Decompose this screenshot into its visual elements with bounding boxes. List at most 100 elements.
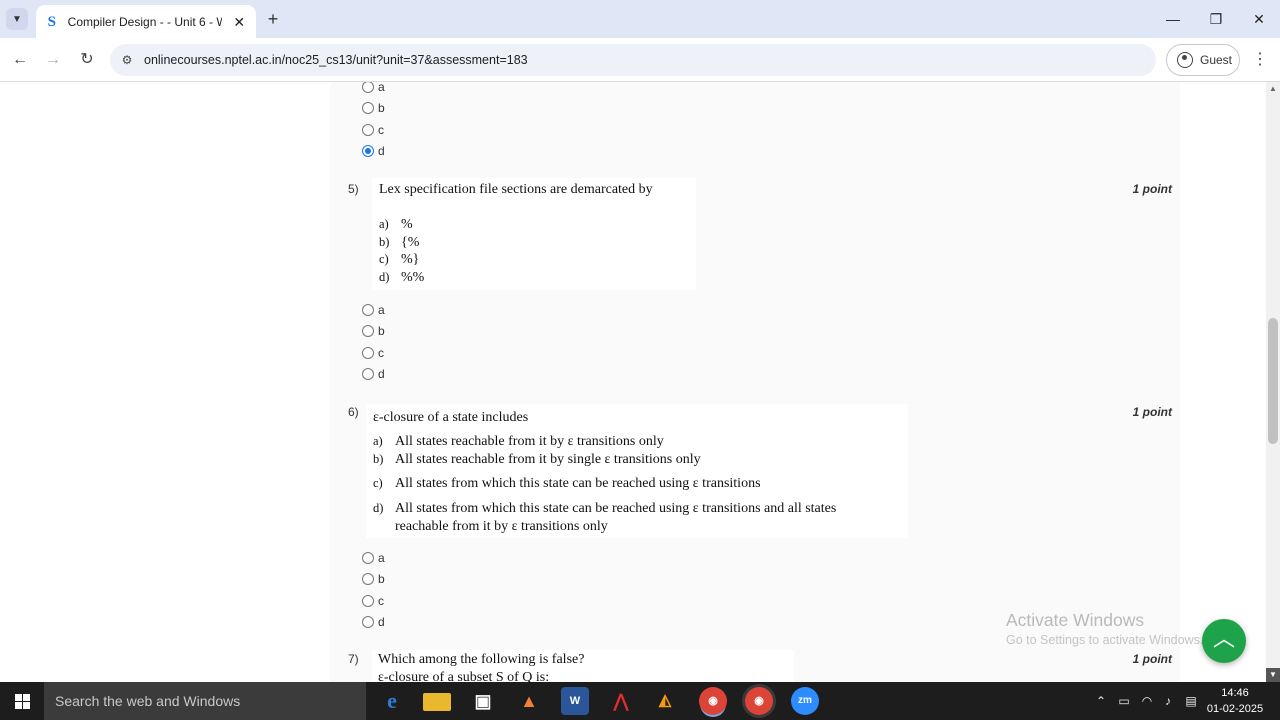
zoom-icon[interactable]: zm <box>791 687 819 715</box>
chevron-up-icon: ︿ <box>1212 626 1235 651</box>
q6-option-d[interactable]: d <box>362 613 385 631</box>
question-choice: c) All states from which this state can b… <box>373 476 761 491</box>
taskbar-clock[interactable]: 14:46 01-02-2025 <box>1204 685 1266 717</box>
question-number: 7) <box>348 652 359 666</box>
browser-toolbar: ← → ↻ ⚙ Guest ⋮ <box>0 38 1280 82</box>
radio-button[interactable] <box>362 616 374 628</box>
windows-logo-icon <box>14 693 30 709</box>
profile-button[interactable]: Guest <box>1166 44 1240 76</box>
radio-button[interactable] <box>362 368 374 380</box>
tab-search-button[interactable]: ▼ <box>6 8 28 30</box>
q4-option-b[interactable]: b <box>362 99 385 117</box>
radio-button[interactable] <box>362 124 374 136</box>
radio-button[interactable] <box>362 595 374 607</box>
matlab-icon[interactable]: ▲ <box>515 687 543 715</box>
battery-icon[interactable]: ▭ <box>1114 682 1134 720</box>
assessment-page: a b c d 5) 1 point Lex specification fil… <box>0 82 1266 682</box>
radio-button-selected[interactable] <box>362 145 374 157</box>
scroll-to-top-button[interactable]: ︿ <box>1202 619 1246 663</box>
reload-button[interactable]: ↻ <box>75 48 99 72</box>
nptel-favicon-icon: S <box>47 13 56 30</box>
start-button[interactable] <box>0 682 44 720</box>
profile-label: Guest <box>1200 53 1233 67</box>
acrobat-icon[interactable]: ⋀ <box>607 687 635 715</box>
question-choice-continued: reachable from it by ε transitions only <box>395 519 608 534</box>
tab-compiler-design[interactable]: S Compiler Design - - Unit 6 - Week 3 ✕ <box>36 5 256 38</box>
question-text: Which among the following is false? <box>378 652 585 667</box>
question-points: 1 point <box>1132 652 1172 666</box>
taskbar-search-box[interactable]: Search the web and Windows <box>44 682 366 720</box>
q6-option-a[interactable]: a <box>362 549 385 567</box>
show-hidden-icons-icon[interactable]: ⌃ <box>1092 682 1110 720</box>
scrollbar-thumb[interactable] <box>1268 318 1278 444</box>
q4-option-a[interactable]: a <box>362 82 385 96</box>
q6-option-b[interactable]: b <box>362 570 385 588</box>
url-input[interactable] <box>144 53 1044 67</box>
back-button[interactable]: ← <box>8 48 32 72</box>
chevron-down-icon: ▼ <box>12 13 22 25</box>
question-points: 1 point <box>1132 182 1172 196</box>
radio-button[interactable] <box>362 82 374 93</box>
more-vertical-icon: ⋮ <box>1252 51 1268 68</box>
scroll-down-arrow-icon[interactable]: ▼ <box>1266 668 1280 682</box>
question-choice: b) {% <box>379 235 420 250</box>
question-points: 1 point <box>1132 405 1172 419</box>
question-choice: d) All states from which this state can b… <box>373 501 837 516</box>
windows-taskbar: Search the web and Windows e ▣ ▲ W ⋀ ◭ ◉… <box>0 682 1280 720</box>
word-icon[interactable]: W <box>561 687 589 715</box>
store-icon[interactable]: ▣ <box>469 687 497 715</box>
q4-option-c[interactable]: c <box>362 121 384 139</box>
question-choice: b) All states reachable from it by single… <box>373 452 701 467</box>
clock-date: 01-02-2025 <box>1206 703 1264 715</box>
close-window-button[interactable]: ✕ <box>1239 6 1279 32</box>
new-tab-button[interactable]: + <box>262 8 284 30</box>
radio-button[interactable] <box>362 552 374 564</box>
question-image: ε-closure of a state includes a) All stat… <box>366 404 908 538</box>
scroll-up-arrow-icon[interactable]: ▲ <box>1266 82 1280 96</box>
question-image: Lex specification file sections are dema… <box>372 178 696 290</box>
address-bar[interactable]: ⚙ <box>110 44 1156 76</box>
tab-title: Compiler Design - - Unit 6 - Week 3 <box>67 14 223 29</box>
radio-button[interactable] <box>362 573 374 585</box>
question-choice: c)%} <box>379 252 420 267</box>
browser-menu-button[interactable]: ⋮ <box>1250 48 1270 72</box>
clock-time: 14:46 <box>1221 687 1249 699</box>
question-image: Which among the following is false? ε-cl… <box>372 650 794 682</box>
action-center-icon[interactable]: ▤ <box>1181 682 1201 720</box>
question-subtext: ε-closure of a subset S of Q is: <box>378 670 550 682</box>
file-explorer-icon[interactable] <box>423 693 451 711</box>
question-text: ε-closure of a state includes <box>373 410 529 425</box>
q5-option-b[interactable]: b <box>362 322 385 340</box>
radio-button[interactable] <box>362 325 374 337</box>
tab-strip: ▼ S Compiler Design - - Unit 6 - Week 3 … <box>0 0 1280 38</box>
radio-button[interactable] <box>362 304 374 316</box>
reload-icon: ↻ <box>80 51 94 68</box>
activate-windows-subtitle: Go to Settings to activate Windows. <box>1006 633 1204 647</box>
site-info-icon[interactable]: ⚙ <box>110 53 144 67</box>
activate-windows-watermark: Activate Windows <box>1006 610 1145 630</box>
q5-option-d[interactable]: d <box>362 365 385 383</box>
question-choice: d)%% <box>379 270 425 285</box>
restore-button[interactable]: ❐ <box>1196 6 1236 32</box>
profile-icon <box>1177 52 1193 68</box>
radio-button[interactable] <box>362 347 374 359</box>
question-choice: a)% <box>379 217 413 232</box>
vlc-icon[interactable]: ◭ <box>651 687 679 715</box>
edge-icon[interactable]: e <box>378 687 406 715</box>
q5-option-c[interactable]: c <box>362 344 384 362</box>
forward-button[interactable]: → <box>41 48 65 72</box>
chrome-icon[interactable]: ◉ <box>699 687 727 715</box>
wifi-icon[interactable]: ◠ <box>1137 682 1157 720</box>
arrow-right-icon: → <box>45 51 61 68</box>
q4-option-d[interactable]: d <box>362 142 385 160</box>
q5-option-a[interactable]: a <box>362 301 385 319</box>
question-choice: a) All states reachable from it by ε tran… <box>373 434 664 449</box>
q6-option-c[interactable]: c <box>362 592 384 610</box>
volume-icon[interactable]: ♪ <box>1158 682 1178 720</box>
radio-button[interactable] <box>362 102 374 114</box>
minimize-button[interactable]: — <box>1153 6 1193 32</box>
assessment-content-area <box>330 82 1180 682</box>
arrow-left-icon: ← <box>12 51 28 68</box>
close-tab-icon[interactable]: ✕ <box>230 13 248 31</box>
chrome-active-icon[interactable]: ◉ <box>745 687 773 715</box>
